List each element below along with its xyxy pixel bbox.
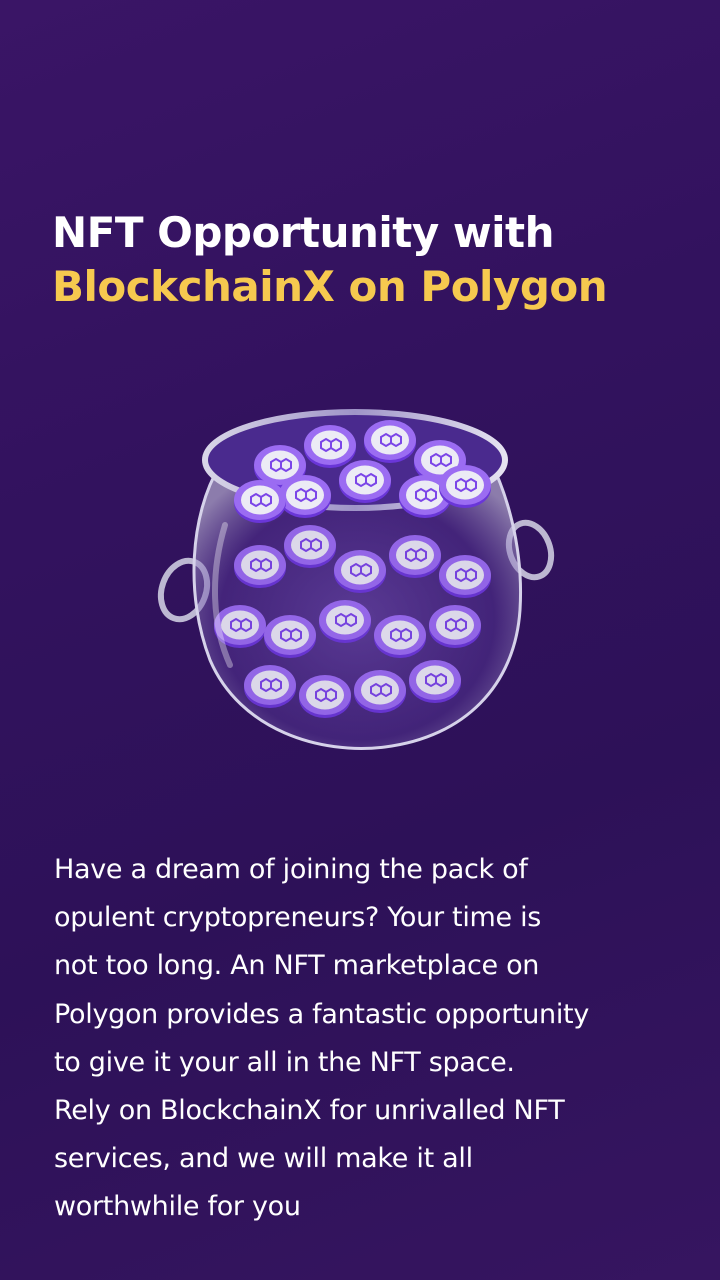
description-line: services, and we will make it all [54, 1143, 473, 1175]
polygon-coin-jar-icon [157, 409, 555, 750]
description-line: Polygon provides a fantastic opportunity [54, 998, 590, 1030]
page-title: NFT Opportunity with BlockchainX on Poly… [52, 206, 692, 314]
description-line: worthwhile for you [54, 1191, 301, 1223]
description-line: not too long. An NFT marketplace on [54, 950, 540, 982]
description-line: Rely on BlockchainX for unrivalled NFT [54, 1095, 565, 1127]
description-line: opulent cryptopreneurs? Your time is [54, 902, 542, 934]
description-line: to give it your all in the NFT space. [54, 1046, 515, 1078]
title-line-2-highlight: BlockchainX on Polygon [52, 262, 608, 311]
description-line: Have a dream of joining the pack of [54, 854, 528, 885]
title-line-1: NFT Opportunity with [52, 208, 555, 257]
description-paragraph: Have a dream of joining the pack of opul… [54, 846, 684, 1232]
